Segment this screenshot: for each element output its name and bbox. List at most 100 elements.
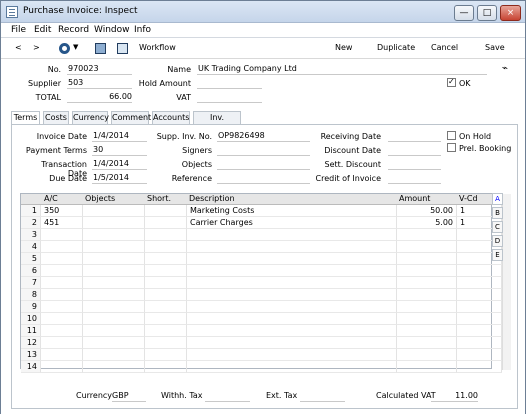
signers-field[interactable] bbox=[217, 145, 310, 156]
grid-cell-vcd[interactable] bbox=[457, 277, 502, 289]
forward-button[interactable]: > bbox=[33, 43, 40, 52]
grid-scrollbar[interactable] bbox=[502, 194, 511, 370]
sidetab-e[interactable]: E bbox=[492, 249, 503, 261]
grid-cell-objects[interactable] bbox=[83, 361, 145, 373]
grid-cell-objects[interactable] bbox=[83, 277, 145, 289]
grid-cell-description[interactable] bbox=[187, 325, 397, 337]
grid-cell-short[interactable] bbox=[145, 253, 187, 265]
reference-field[interactable] bbox=[217, 173, 310, 184]
grid-cell-ac[interactable] bbox=[41, 277, 83, 289]
grid-cell-vcd[interactable] bbox=[457, 349, 502, 361]
grid-cell-description[interactable] bbox=[187, 337, 397, 349]
new-button[interactable]: New bbox=[335, 43, 352, 52]
ok-checkbox[interactable]: ✓ bbox=[447, 77, 456, 87]
grid-cell-short[interactable] bbox=[145, 325, 187, 337]
grid-cell-short[interactable] bbox=[145, 241, 187, 253]
grid-cell-description[interactable] bbox=[187, 265, 397, 277]
grid-cell-short[interactable] bbox=[145, 229, 187, 241]
grid-cell-description[interactable]: Marketing Costs bbox=[187, 205, 397, 217]
table-row[interactable]: 8 bbox=[21, 289, 502, 301]
maximize-button[interactable]: □ bbox=[477, 5, 497, 21]
payment-terms-field[interactable]: 30 bbox=[92, 145, 147, 156]
grid-cell-ac[interactable] bbox=[41, 325, 83, 337]
table-row[interactable]: 14 bbox=[21, 361, 502, 373]
gear-icon[interactable] bbox=[59, 43, 70, 54]
ext-tax-field[interactable] bbox=[300, 391, 345, 402]
invoice-number-field[interactable]: 970023 bbox=[67, 64, 132, 75]
table-row[interactable]: 10 bbox=[21, 313, 502, 325]
sidetab-a[interactable]: A bbox=[492, 193, 503, 205]
invoice-date-field[interactable]: 1/4/2014 bbox=[92, 131, 147, 142]
chevron-down-icon[interactable]: ▼ bbox=[73, 43, 78, 51]
title-bar[interactable]: Purchase Invoice: Inspect — □ × bbox=[1, 1, 525, 23]
save-button[interactable]: Save bbox=[485, 43, 505, 52]
workflow-button[interactable]: Workflow bbox=[139, 43, 176, 52]
grid-cell-short[interactable] bbox=[145, 361, 187, 373]
grid-cell-amount[interactable] bbox=[397, 265, 457, 277]
table-row[interactable]: 6 bbox=[21, 265, 502, 277]
grid-cell-objects[interactable] bbox=[83, 229, 145, 241]
grid-cell-objects[interactable] bbox=[83, 241, 145, 253]
grid-cell-amount[interactable] bbox=[397, 349, 457, 361]
grid-cell-objects[interactable] bbox=[83, 313, 145, 325]
grid-cell-amount[interactable] bbox=[397, 301, 457, 313]
grid-cell-ac[interactable] bbox=[41, 289, 83, 301]
grid-cell-ac[interactable]: 451 bbox=[41, 217, 83, 229]
supplier-field[interactable]: 503 bbox=[67, 78, 132, 89]
grid-cell-ac[interactable] bbox=[41, 361, 83, 373]
grid-cell-amount[interactable]: 5.00 bbox=[397, 217, 457, 229]
grid-cell-objects[interactable] bbox=[83, 289, 145, 301]
grid-cell-objects[interactable] bbox=[83, 301, 145, 313]
currency-field[interactable]: GBP bbox=[112, 391, 146, 402]
grid-cell-vcd[interactable] bbox=[457, 361, 502, 373]
grid-cell-amount[interactable] bbox=[397, 253, 457, 265]
grid-cell-amount[interactable] bbox=[397, 313, 457, 325]
attachment-icon[interactable]: ⌁ bbox=[502, 63, 508, 74]
table-row[interactable]: 7 bbox=[21, 277, 502, 289]
print-icon[interactable] bbox=[95, 43, 106, 54]
discount-date-field[interactable] bbox=[388, 145, 441, 156]
tab-terms[interactable]: Terms bbox=[11, 111, 40, 125]
grid-cell-objects[interactable] bbox=[83, 325, 145, 337]
grid-cell-ac[interactable] bbox=[41, 253, 83, 265]
grid-cell-amount[interactable] bbox=[397, 337, 457, 349]
grid-cell-description[interactable] bbox=[187, 289, 397, 301]
grid-cell-ac[interactable] bbox=[41, 313, 83, 325]
grid-cell-amount[interactable] bbox=[397, 361, 457, 373]
grid-cell-short[interactable] bbox=[145, 205, 187, 217]
grid-cell-objects[interactable] bbox=[83, 349, 145, 361]
table-row[interactable]: 2 451 Carrier Charges 5.00 1 bbox=[21, 217, 502, 229]
menu-file[interactable]: File bbox=[11, 25, 26, 35]
table-row[interactable]: 5 bbox=[21, 253, 502, 265]
grid-cell-objects[interactable] bbox=[83, 205, 145, 217]
grid-cell-ac[interactable] bbox=[41, 301, 83, 313]
table-row[interactable]: 3 bbox=[21, 229, 502, 241]
grid-cell-amount[interactable] bbox=[397, 229, 457, 241]
hold-amount-field[interactable] bbox=[197, 78, 262, 89]
grid-cell-ac[interactable] bbox=[41, 265, 83, 277]
grid-cell-amount[interactable] bbox=[397, 289, 457, 301]
supplier-name-field[interactable]: UK Trading Company Ltd bbox=[197, 64, 487, 75]
due-date-field[interactable]: 1/5/2014 bbox=[92, 173, 147, 184]
grid-cell-short[interactable] bbox=[145, 313, 187, 325]
grid-cell-amount[interactable]: 50.00 bbox=[397, 205, 457, 217]
menu-window[interactable]: Window bbox=[94, 25, 130, 35]
transaction-date-field[interactable]: 1/4/2014 bbox=[92, 159, 147, 170]
tab-accounts[interactable]: Accounts bbox=[152, 111, 190, 124]
table-row[interactable]: 1 350 Marketing Costs 50.00 1 bbox=[21, 205, 502, 217]
grid-cell-description[interactable] bbox=[187, 301, 397, 313]
grid-cell-objects[interactable] bbox=[83, 253, 145, 265]
table-row[interactable]: 12 bbox=[21, 337, 502, 349]
grid-cell-description[interactable] bbox=[187, 349, 397, 361]
menu-record[interactable]: Record bbox=[58, 25, 89, 35]
prel-booking-checkbox[interactable] bbox=[447, 143, 456, 152]
tab-comment[interactable]: Comment bbox=[111, 111, 151, 124]
print-preview-icon[interactable] bbox=[117, 43, 128, 54]
grid-cell-amount[interactable] bbox=[397, 241, 457, 253]
grid-cell-short[interactable] bbox=[145, 277, 187, 289]
grid-cell-description[interactable] bbox=[187, 313, 397, 325]
table-row[interactable]: 13 bbox=[21, 349, 502, 361]
grid-cell-description[interactable] bbox=[187, 277, 397, 289]
grid-cell-ac[interactable] bbox=[41, 241, 83, 253]
menu-edit[interactable]: Edit bbox=[34, 25, 51, 35]
